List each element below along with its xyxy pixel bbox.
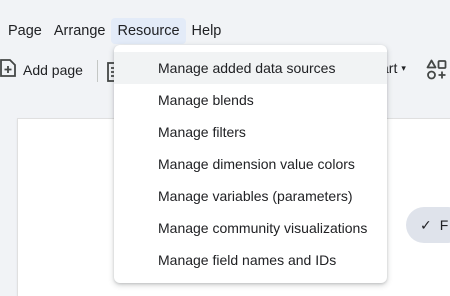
status-pill[interactable]: ✓ F <box>406 207 450 243</box>
add-control-icon[interactable] <box>426 59 448 86</box>
toolbar-divider <box>97 60 98 82</box>
menu-item-manage-blends[interactable]: Manage blends <box>114 84 387 116</box>
add-page-button[interactable]: Add page <box>0 58 83 81</box>
menu-bar: Page Arrange Resource Help <box>0 17 227 45</box>
add-page-label: Add page <box>23 61 83 78</box>
menu-item-manage-dimension-value-colors[interactable]: Manage dimension value colors <box>114 148 387 180</box>
menu-arrange[interactable]: Arrange <box>48 18 112 44</box>
resource-menu-dropdown: Manage added data sources Manage blends … <box>114 45 387 283</box>
menu-resource[interactable]: Resource <box>111 18 186 44</box>
chevron-down-icon: ▾ <box>401 62 406 73</box>
menu-item-manage-added-data-sources[interactable]: Manage added data sources <box>114 52 387 84</box>
menu-item-manage-field-names-and-ids[interactable]: Manage field names and IDs <box>114 244 387 276</box>
add-page-icon <box>0 58 23 81</box>
menu-item-manage-filters[interactable]: Manage filters <box>114 116 387 148</box>
check-icon: ✓ <box>420 216 432 233</box>
menu-help[interactable]: Help <box>186 18 228 44</box>
menu-page[interactable]: Page <box>0 18 48 44</box>
menu-item-manage-community-visualizations[interactable]: Manage community visualizations <box>114 212 387 244</box>
status-pill-label: F <box>439 217 449 233</box>
menu-item-manage-variables[interactable]: Manage variables (parameters) <box>114 180 387 212</box>
